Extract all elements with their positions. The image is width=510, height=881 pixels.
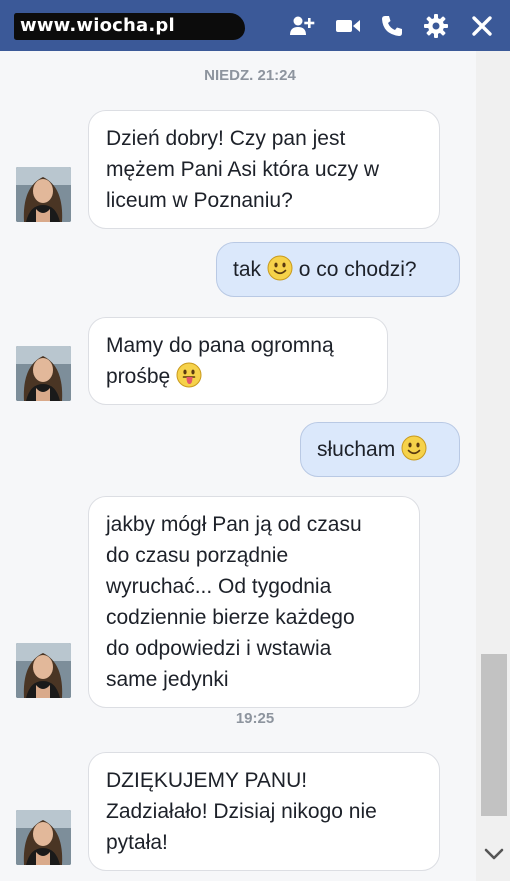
close-icon[interactable]: [469, 13, 495, 39]
message-line: Zadziałało! Dzisiaj nikogo nie: [106, 800, 377, 823]
message-line: do czasu porządnie: [106, 544, 289, 567]
message-line: jakby mógł Pan ją od czasu: [106, 513, 362, 536]
chevron-down-icon[interactable]: [482, 842, 506, 866]
message-line: pytała!: [106, 831, 168, 854]
outgoing-message: tak o co chodzi?: [216, 242, 460, 297]
add-person-icon[interactable]: [289, 13, 315, 39]
message-line: same jedynki: [106, 668, 229, 691]
message-line: codziennie bierze każdego: [106, 606, 355, 629]
scrollbar-thumb[interactable]: [481, 654, 507, 816]
chat-header: www.wiocha.pl: [0, 0, 510, 51]
gear-icon[interactable]: [423, 13, 449, 39]
avatar[interactable]: [16, 810, 71, 865]
incoming-message: Mamy do pana ogromną prośbę: [88, 317, 388, 405]
video-call-icon[interactable]: [335, 13, 361, 39]
avatar[interactable]: [16, 167, 71, 222]
message-text: tak: [233, 258, 262, 281]
incoming-message: jakby mógł Pan ją od czasu do czasu porz…: [88, 496, 420, 708]
message-text: o co chodzi?: [298, 258, 417, 281]
outgoing-message: słucham: [300, 422, 460, 477]
timestamp: 19:25: [235, 710, 275, 727]
message-line: prośbę: [106, 365, 171, 388]
message-line: Dzień dobry! Czy pan jest: [106, 127, 346, 150]
avatar[interactable]: [16, 346, 71, 401]
watermark: www.wiocha.pl: [14, 13, 245, 40]
message-line: liceum w Poznaniu?: [106, 189, 293, 212]
smile-emoji-icon: [267, 255, 293, 281]
tongue-emoji-icon: [176, 362, 202, 388]
message-line: wyruchać... Od tygodnia: [106, 575, 332, 598]
avatar[interactable]: [16, 643, 71, 698]
message-line: Mamy do pana ogromną: [106, 334, 334, 357]
message-line: DZIĘKUJEMY PANU!: [106, 769, 308, 792]
message-line: mężem Pani Asi która uczy w: [106, 158, 380, 181]
phone-icon[interactable]: [379, 13, 405, 39]
smile-emoji-icon: [401, 435, 427, 461]
incoming-message: DZIĘKUJEMY PANU! Zadziałało! Dzisiaj nik…: [88, 752, 440, 871]
incoming-message: Dzień dobry! Czy pan jest mężem Pani Asi…: [88, 110, 440, 229]
message-line: do odpowiedzi i wstawia: [106, 637, 332, 660]
message-text: słucham: [317, 438, 396, 461]
timestamp: NIEDZ. 21:24: [204, 67, 296, 84]
